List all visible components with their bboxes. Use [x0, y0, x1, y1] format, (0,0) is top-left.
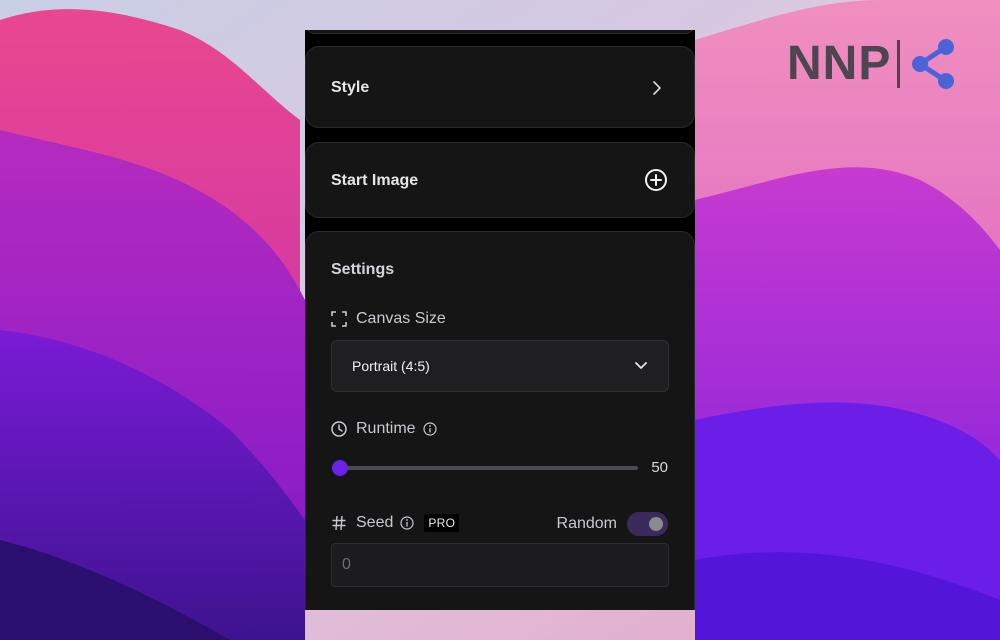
runtime-label: Runtime [356, 420, 416, 437]
settings-card: Settings Canvas Size Portrait (4:5) Runt… [305, 231, 695, 610]
seed-label-row: Seed PRO [331, 514, 460, 532]
hash-icon [332, 515, 346, 531]
random-label: Random [556, 515, 617, 532]
random-seed-toggle[interactable] [627, 512, 668, 536]
canvas-size-dropdown[interactable]: Portrait (4:5) [331, 340, 669, 392]
chevron-right-icon [653, 81, 661, 95]
pro-badge: PRO [424, 514, 460, 532]
brand-divider [897, 40, 901, 88]
runtime-label-row: Runtime [331, 420, 437, 438]
seed-info-icon[interactable] [400, 516, 414, 530]
share-icon [912, 39, 955, 89]
canvas-size-label: Canvas Size [356, 310, 446, 327]
seed-input[interactable] [331, 543, 669, 587]
generator-panel: Style Start Image Settings Canvas Size P… [305, 30, 695, 610]
previous-card-edge [305, 30, 695, 34]
random-toggle-row: Random [557, 512, 668, 536]
style-card[interactable]: Style [305, 46, 695, 128]
runtime-slider-thumb[interactable] [332, 460, 348, 476]
runtime-info-icon[interactable] [422, 422, 437, 436]
start-image-card: Start Image [305, 142, 695, 218]
clock-icon [331, 421, 347, 437]
canvas-size-label-row: Canvas Size [331, 310, 446, 328]
runtime-value: 50 [651, 459, 668, 476]
chevron-down-icon [635, 362, 647, 369]
canvas-size-value: Portrait (4:5) [352, 358, 430, 374]
seed-label: Seed [356, 514, 394, 531]
random-seed-toggle-knob [649, 517, 663, 531]
runtime-slider[interactable] [332, 460, 638, 476]
add-start-image-icon[interactable] [644, 168, 668, 192]
settings-title: Settings [331, 261, 395, 278]
brand-logo: NNP [787, 36, 958, 92]
start-image-title: Start Image [331, 172, 419, 189]
expand-frame-icon [331, 311, 347, 327]
runtime-slider-track [332, 466, 638, 470]
brand-text: NNP [787, 37, 892, 90]
style-title: Style [331, 79, 370, 96]
